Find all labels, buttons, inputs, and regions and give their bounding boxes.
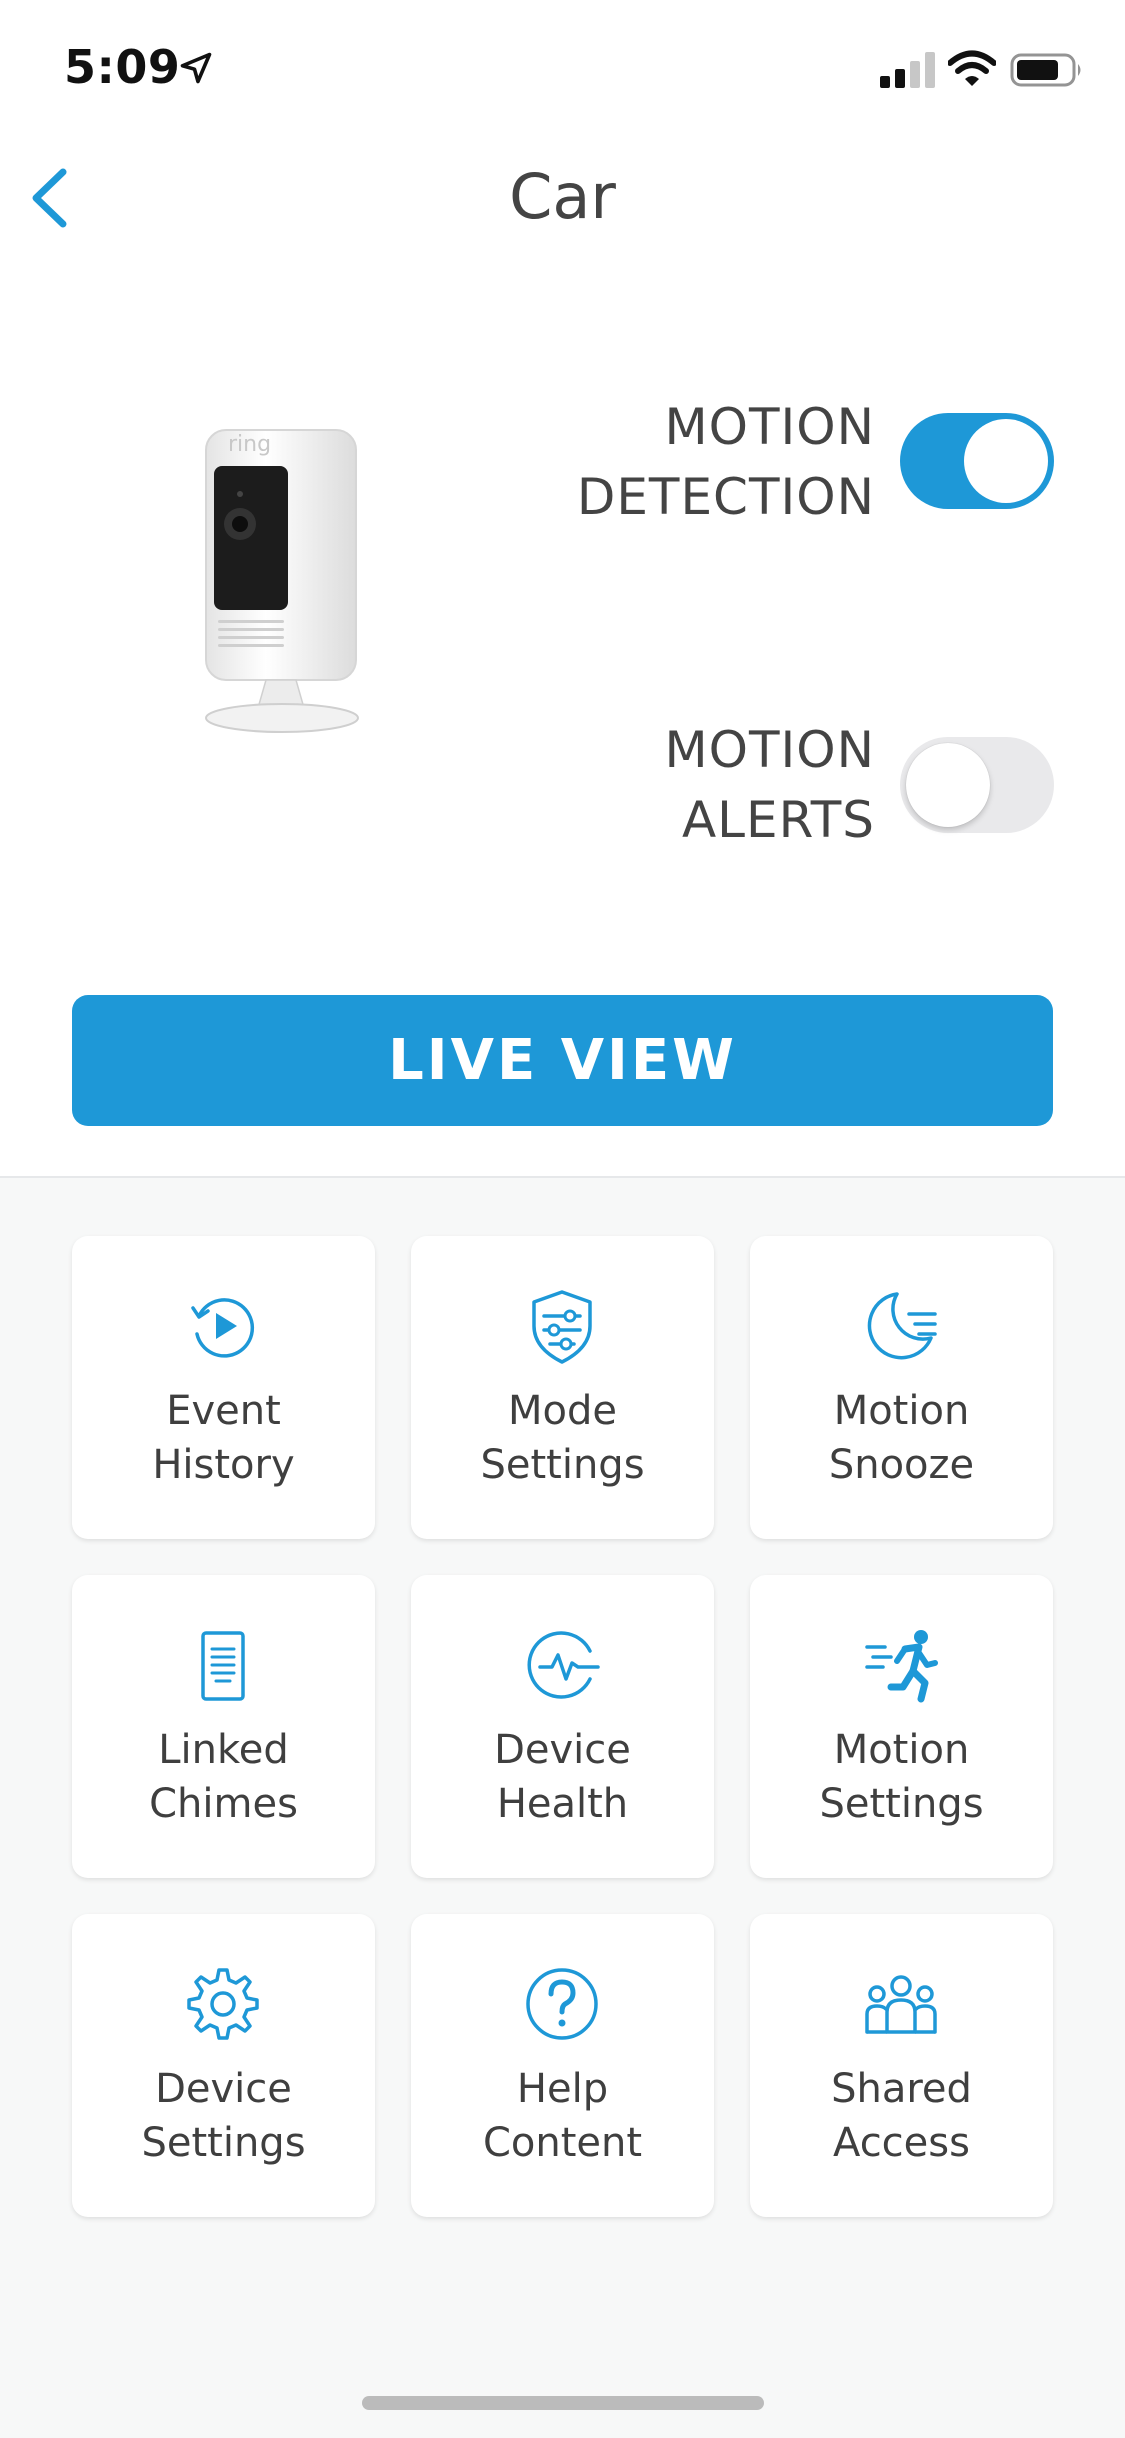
home-indicator[interactable]: [362, 2396, 764, 2410]
question-icon: [526, 1968, 598, 2040]
motion-alerts-label-line1: MOTION: [664, 721, 875, 779]
location-arrow-icon: [180, 52, 212, 84]
tile-label-line1: Mode: [508, 1388, 617, 1434]
tile-label-line2: History: [152, 1442, 295, 1488]
chime-icon: [201, 1631, 245, 1701]
motion-detection-label: MOTION DETECTION: [577, 392, 875, 532]
tile-label-line1: Help: [516, 2066, 609, 2112]
motion-alerts-toggle[interactable]: [900, 737, 1054, 833]
tile-label-line2: Content: [482, 2120, 643, 2166]
gear-icon: [187, 1968, 259, 2040]
status-time: 5:09: [64, 40, 181, 94]
tile-label-line2: Chimes: [149, 1781, 298, 1827]
motion-settings-tile[interactable]: Motion Settings: [750, 1575, 1053, 1878]
tile-label-line2: Snooze: [828, 1442, 975, 1488]
device-settings-tile[interactable]: Device Settings: [72, 1914, 375, 2217]
shared-access-tile[interactable]: Shared Access: [750, 1914, 1053, 2217]
heartbeat-icon: [527, 1631, 600, 1699]
page-title: Car: [509, 160, 616, 233]
users-icon: [865, 1975, 937, 2034]
linked-chimes-tile[interactable]: Linked Chimes: [72, 1575, 375, 1878]
help-content-tile[interactable]: Help Content: [411, 1914, 714, 2217]
mode-settings-tile[interactable]: Mode Settings: [411, 1236, 714, 1539]
tile-label: Shared Access: [750, 2062, 1053, 2170]
device-health-tile[interactable]: Device Health: [411, 1575, 714, 1878]
tile-label-line1: Device: [494, 1727, 631, 1773]
motion-snooze-tile[interactable]: Motion Snooze: [750, 1236, 1053, 1539]
running-person-icon: [865, 1630, 938, 1703]
tile-label-line1: Linked: [158, 1727, 289, 1773]
tile-label: Linked Chimes: [72, 1723, 375, 1831]
toggle-knob: [906, 743, 990, 827]
tile-label-line2: Settings: [819, 1781, 984, 1827]
history-play-icon: [191, 1298, 255, 1358]
tile-label-line2: Settings: [141, 2120, 306, 2166]
live-view-button[interactable]: LIVE VIEW: [72, 995, 1053, 1126]
tile-label-line1: Event: [166, 1388, 281, 1434]
tile-label-line1: Motion: [833, 1727, 970, 1773]
motion-alerts-label: MOTION ALERTS: [664, 715, 875, 855]
tile-label: Motion Snooze: [750, 1384, 1053, 1492]
motion-detection-toggle[interactable]: [900, 413, 1054, 509]
tile-label: Event History: [72, 1384, 375, 1492]
tile-label: Motion Settings: [750, 1723, 1053, 1831]
tile-label: Device Settings: [72, 2062, 375, 2170]
brand-logo: ring: [228, 432, 272, 457]
cellular-signal-icon: [880, 52, 935, 88]
tile-label: Help Content: [411, 2062, 714, 2170]
shield-sliders-icon: [532, 1290, 592, 1364]
tile-label-line1: Device: [155, 2066, 292, 2112]
motion-detection-label-line2: DETECTION: [576, 468, 875, 526]
tile-label: Device Health: [411, 1723, 714, 1831]
tile-label-line1: Motion: [833, 1388, 970, 1434]
event-history-tile[interactable]: Event History: [72, 1236, 375, 1539]
tile-label-line2: Access: [833, 2120, 970, 2166]
toggle-knob: [964, 419, 1048, 503]
tile-label-line2: Health: [496, 1781, 629, 1827]
tile-label: Mode Settings: [411, 1384, 714, 1492]
moon-icon: [867, 1292, 937, 1360]
camera-image: [205, 429, 359, 733]
motion-alerts-label-line2: ALERTS: [681, 791, 875, 849]
wifi-icon: [948, 50, 996, 86]
tile-label-line1: Shared: [831, 2066, 972, 2112]
battery-icon: [1010, 53, 1081, 87]
tile-label-line2: Settings: [480, 1442, 645, 1488]
motion-detection-label-line1: MOTION: [664, 398, 875, 456]
